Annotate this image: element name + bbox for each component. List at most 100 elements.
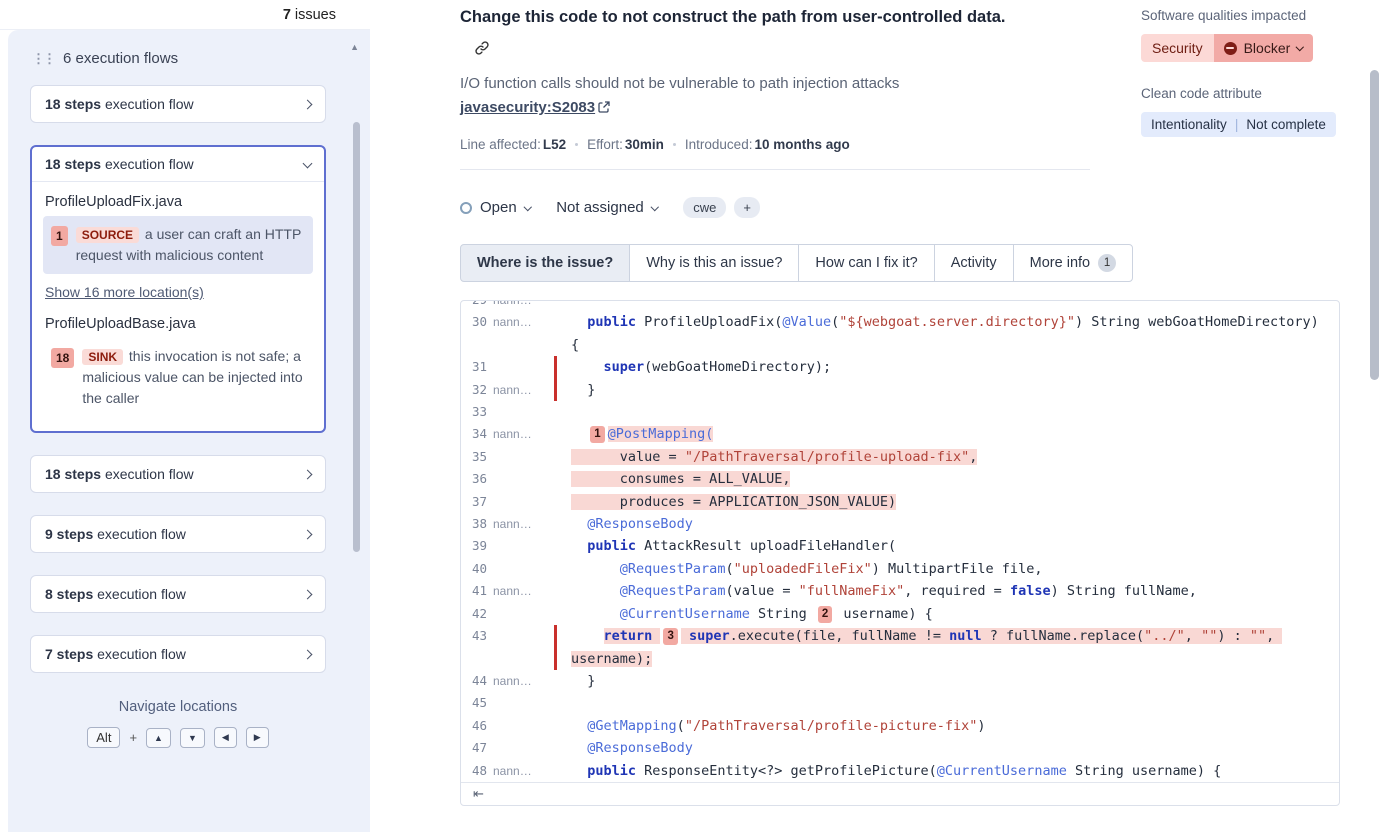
- flows-header-label: 6 execution flows: [63, 50, 178, 67]
- chevron-down-icon: [651, 203, 659, 211]
- line-number[interactable]: 34: [461, 423, 487, 445]
- code-text: [563, 692, 1321, 714]
- line-number[interactable]: 36: [461, 468, 487, 490]
- line-number[interactable]: 48: [461, 760, 487, 782]
- tab-how-can-i-fix-it[interactable]: How can I fix it?: [798, 244, 934, 282]
- code-line-32: 32nann… }: [461, 379, 1339, 401]
- permalink-icon[interactable]: [474, 40, 490, 61]
- issue-attributes-panel: Software qualities impacted Security Blo…: [1141, 8, 1339, 137]
- main-scrollbar-thumb[interactable]: [1370, 70, 1379, 380]
- quality-badge-security: Security: [1141, 34, 1214, 62]
- add-tag-button[interactable]: +: [734, 197, 760, 218]
- line-number[interactable]: 35: [461, 446, 487, 468]
- blame-author: nann…: [493, 580, 549, 602]
- code-text: @RequestParam("uploadedFileFix") Multipa…: [563, 558, 1321, 580]
- code-text: @CurrentUsername String 2 username) {: [563, 603, 1321, 625]
- location-index-badge: 1: [51, 226, 68, 246]
- blame-author: [493, 468, 549, 490]
- line-affected: Line affected:L52: [460, 137, 566, 152]
- arrow-up-key[interactable]: ▲: [146, 728, 171, 748]
- line-number[interactable]: 38: [461, 513, 487, 535]
- rule-link[interactable]: javasecurity:S2083: [460, 99, 610, 116]
- line-number[interactable]: 31: [461, 356, 487, 378]
- introduced: Introduced:10 months ago: [685, 137, 850, 152]
- line-number[interactable]: 42: [461, 603, 487, 625]
- gutter-spacer: [549, 558, 563, 580]
- flow-card-4[interactable]: 9 steps execution flow: [30, 515, 326, 553]
- more-info-count-badge: 1: [1098, 254, 1116, 272]
- scroll-up-arrow-icon[interactable]: ▲: [350, 42, 359, 52]
- line-number[interactable]: 29: [461, 301, 487, 311]
- blame-author: [493, 737, 549, 759]
- code-line-46: 46 @GetMapping("/PathTraversal/profile-p…: [461, 715, 1339, 737]
- execution-flows-header: ⋮⋮ 6 execution flows: [32, 50, 326, 67]
- issue-tabs: Where is the issue? Why is this an issue…: [460, 244, 1383, 282]
- flow-step-badge[interactable]: 3: [663, 628, 677, 645]
- assignee-dropdown[interactable]: Not assigned: [556, 199, 657, 216]
- chevron-down-icon: [524, 203, 532, 211]
- dot-separator: [673, 143, 676, 146]
- issue-location-marker: [549, 356, 563, 378]
- code-text: public ProfileUploadFix(@Value("${webgoa…: [563, 311, 1321, 356]
- alt-key[interactable]: Alt: [87, 727, 120, 748]
- blame-author: nann…: [493, 423, 549, 445]
- description-text: I/O function calls should not be vulnera…: [460, 75, 899, 92]
- arrow-right-key[interactable]: ▶: [246, 727, 269, 748]
- line-number[interactable]: 45: [461, 692, 487, 714]
- sink-tag: SINK: [82, 349, 123, 365]
- flow-card-5[interactable]: 8 steps execution flow: [30, 575, 326, 613]
- flow-card-1[interactable]: 18 steps execution flow: [30, 85, 326, 123]
- flow-step-badge[interactable]: 1: [590, 426, 604, 443]
- line-number[interactable]: 30: [461, 311, 487, 356]
- tab-more-info[interactable]: More info1: [1013, 244, 1133, 282]
- flow-card-3[interactable]: 18 steps execution flow: [30, 455, 326, 493]
- flow-location-sink[interactable]: 18 SINK this invocation is not safe; a m…: [43, 338, 313, 417]
- line-number[interactable]: 46: [461, 715, 487, 737]
- code-line-47: 47 @ResponseBody: [461, 737, 1339, 759]
- line-number[interactable]: 47: [461, 737, 487, 759]
- flow-card-label: 7 steps execution flow: [45, 646, 186, 662]
- tab-why-is-this-an-issue[interactable]: Why is this an issue?: [629, 244, 799, 282]
- arrow-left-key[interactable]: ◀: [214, 727, 237, 748]
- line-number[interactable]: 40: [461, 558, 487, 580]
- blame-author: [493, 356, 549, 378]
- flow-card-2-header[interactable]: 18 steps execution flow: [32, 147, 324, 182]
- scroll-to-start-icon[interactable]: ⇤: [473, 786, 484, 802]
- arrow-down-key[interactable]: ▼: [180, 728, 205, 748]
- show-more-locations-link[interactable]: Show 16 more location(s): [45, 284, 204, 300]
- gutter-spacer: [549, 580, 563, 602]
- code-text: @ResponseBody: [563, 513, 1321, 535]
- external-link-icon: [598, 97, 610, 121]
- line-number[interactable]: 39: [461, 535, 487, 557]
- line-number[interactable]: 32: [461, 379, 487, 401]
- code-line-36: 36 consumes = ALL_VALUE,: [461, 468, 1339, 490]
- flow-location-source[interactable]: 1 SOURCE a user can craft an HTTP reques…: [43, 216, 313, 274]
- tab-activity[interactable]: Activity: [934, 244, 1014, 282]
- flow-step-badge[interactable]: 2: [818, 606, 832, 623]
- line-number[interactable]: 37: [461, 491, 487, 513]
- line-number[interactable]: 41: [461, 580, 487, 602]
- open-status-icon: [460, 202, 472, 214]
- attribute-label: Intentionality: [1151, 117, 1227, 132]
- file-name: ProfileUploadFix.java: [45, 194, 313, 210]
- code-text: consumes = ALL_VALUE,: [563, 468, 1321, 490]
- gutter-spacer: [549, 603, 563, 625]
- gutter-spacer: [549, 301, 563, 311]
- code-line-48: 48nann… public ResponseEntity<?> getProf…: [461, 760, 1339, 782]
- line-number[interactable]: 33: [461, 401, 487, 423]
- code-horizontal-scrollbar: ⇤: [461, 782, 1339, 805]
- sidebar-scrollbar-thumb[interactable]: [353, 122, 360, 552]
- status-dropdown[interactable]: Open: [460, 199, 530, 216]
- drag-handle-icon: ⋮⋮: [32, 51, 54, 67]
- location-text: SINK this invocation is not safe; a mali…: [82, 346, 305, 409]
- line-number[interactable]: 44: [461, 670, 487, 692]
- gutter-spacer: [549, 513, 563, 535]
- line-number[interactable]: 43: [461, 625, 487, 670]
- tag-cwe[interactable]: cwe: [683, 197, 726, 218]
- flow-card-6[interactable]: 7 steps execution flow: [30, 635, 326, 673]
- severity-badge-blocker[interactable]: Blocker: [1214, 34, 1313, 62]
- code-text: produces = APPLICATION_JSON_VALUE): [563, 491, 1321, 513]
- issues-sidebar: 7issues ⋮⋮ 6 execution flows 18 steps ex…: [0, 0, 370, 832]
- blame-author: [493, 692, 549, 714]
- tab-where-is-the-issue[interactable]: Where is the issue?: [460, 244, 630, 282]
